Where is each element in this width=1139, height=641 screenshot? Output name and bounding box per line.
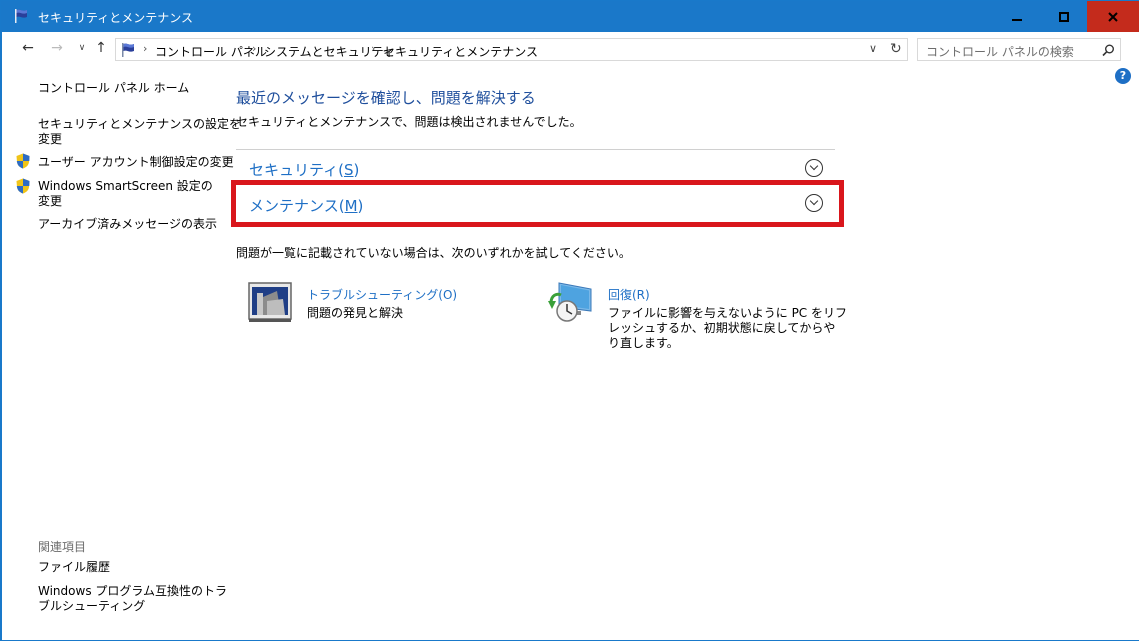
recovery-description-line: ファイルに影響を与えないように PC をリフ (608, 306, 848, 320)
expand-chevron-icon[interactable] (805, 159, 823, 177)
sidebar-item-label: Windows SmartScreen 設定の (38, 179, 213, 193)
search-input[interactable]: コントロール パネルの検索 (917, 38, 1121, 61)
expand-chevron-icon[interactable] (805, 194, 823, 212)
troubleshooting-link[interactable]: トラブルシューティング(O) (307, 286, 457, 303)
flag-icon (122, 43, 134, 57)
sidebar-item-compatibility-troubleshooter[interactable]: Windows プログラム互換性のトラ ブルシューティング (38, 584, 227, 614)
refresh-icon[interactable]: ↻ (890, 41, 902, 57)
recovery-description-line: り直します。 (608, 336, 679, 350)
address-dropdown-icon[interactable]: ∨ (869, 42, 877, 55)
sidebar-item-label: ブルシューティング (38, 599, 146, 613)
section-label-close: ) (353, 161, 360, 179)
minimize-button[interactable] (994, 1, 1040, 32)
breadcrumb-separator-icon[interactable]: › (371, 42, 375, 55)
maximize-icon (1059, 11, 1069, 22)
recovery-description: ファイルに影響を与えないように PC をリフ レッシュするか、初期状態に戻してか… (608, 306, 847, 351)
access-key: M (344, 197, 358, 215)
forward-arrow-icon[interactable]: → (49, 40, 65, 56)
breadcrumb-separator-icon[interactable]: › (143, 42, 147, 55)
close-icon (1108, 11, 1118, 22)
security-section-header[interactable]: セキュリティ(S) (249, 159, 359, 180)
window-title: セキュリティとメンテナンス (38, 11, 194, 25)
recovery-description-line: レッシュするか、初期状態に戻してからや (608, 321, 836, 335)
maximize-button[interactable] (1041, 1, 1087, 32)
section-label: メンテナンス( (249, 197, 345, 215)
section-label: セキュリティ( (249, 161, 344, 179)
sidebar-item-archived-messages[interactable]: アーカイブ済みメッセージの表示 (38, 217, 217, 232)
page-title: 最近のメッセージを確認し、問題を解決する (236, 89, 536, 107)
search-placeholder: コントロール パネルの検索 (926, 45, 1074, 59)
content-area: ? コントロール パネル ホーム セキュリティとメンテナンスの設定を 変更 ユー… (2, 64, 1139, 640)
minimize-icon (1012, 18, 1022, 21)
address-bar[interactable]: › コントロール パネル › システムとセキュリティ › セキュリティとメンテナ… (115, 38, 908, 61)
hint-text: 問題が一覧に記載されていない場合は、次のいずれかを試してください。 (236, 246, 631, 260)
troubleshooting-icon[interactable] (247, 281, 295, 323)
back-arrow-icon[interactable]: ← (20, 40, 36, 56)
sidebar-item-control-panel-home[interactable]: コントロール パネル ホーム (38, 81, 189, 96)
troubleshooting-description: 問題の発見と解決 (307, 306, 404, 320)
uac-shield-icon (16, 153, 30, 169)
flag-icon (15, 9, 27, 23)
sidebar-item-file-history[interactable]: ファイル履歴 (38, 560, 110, 575)
help-icon[interactable]: ? (1115, 68, 1131, 84)
recovery-icon[interactable] (547, 281, 595, 325)
up-arrow-icon[interactable]: ↑ (93, 40, 109, 56)
window: セキュリティとメンテナンス ← → ∨ ↑ › コントロール パネル › システ… (0, 0, 1139, 641)
sidebar-item-change-settings[interactable]: セキュリティとメンテナンスの設定を 変更 (38, 117, 241, 147)
sidebar-item-label: セキュリティとメンテナンスの設定を (38, 117, 242, 131)
breadcrumb-separator-icon[interactable]: › (252, 42, 256, 55)
search-icon[interactable] (1102, 44, 1115, 57)
sidebar-item-smartscreen[interactable]: Windows SmartScreen 設定の 変更 (38, 179, 213, 209)
breadcrumb-control-panel[interactable]: コントロール パネル (155, 43, 267, 60)
status-text: セキュリティとメンテナンスで、問題は検出されませんでした。 (236, 115, 582, 129)
maintenance-section-header[interactable]: メンテナンス(M) (249, 195, 363, 216)
divider (236, 149, 835, 150)
section-label-close: ) (357, 197, 364, 215)
close-button[interactable] (1087, 1, 1139, 32)
recent-locations-chevron-icon[interactable]: ∨ (74, 40, 90, 56)
sidebar-item-label: 変更 (38, 194, 63, 208)
sidebar-item-label: Windows プログラム互換性のトラ (38, 584, 228, 598)
sidebar-item-uac[interactable]: ユーザー アカウント制御設定の変更 (38, 155, 234, 170)
related-heading: 関連項目 (38, 540, 87, 554)
navigation-bar: ← → ∨ ↑ › コントロール パネル › システムとセキュリティ › セキュ… (2, 32, 1139, 64)
sidebar-item-label: 変更 (38, 132, 63, 146)
breadcrumb-security-maintenance[interactable]: セキュリティとメンテナンス (383, 43, 538, 60)
title-bar: セキュリティとメンテナンス (1, 1, 1139, 32)
recovery-link[interactable]: 回復(R) (608, 286, 650, 303)
uac-shield-icon (16, 178, 30, 194)
